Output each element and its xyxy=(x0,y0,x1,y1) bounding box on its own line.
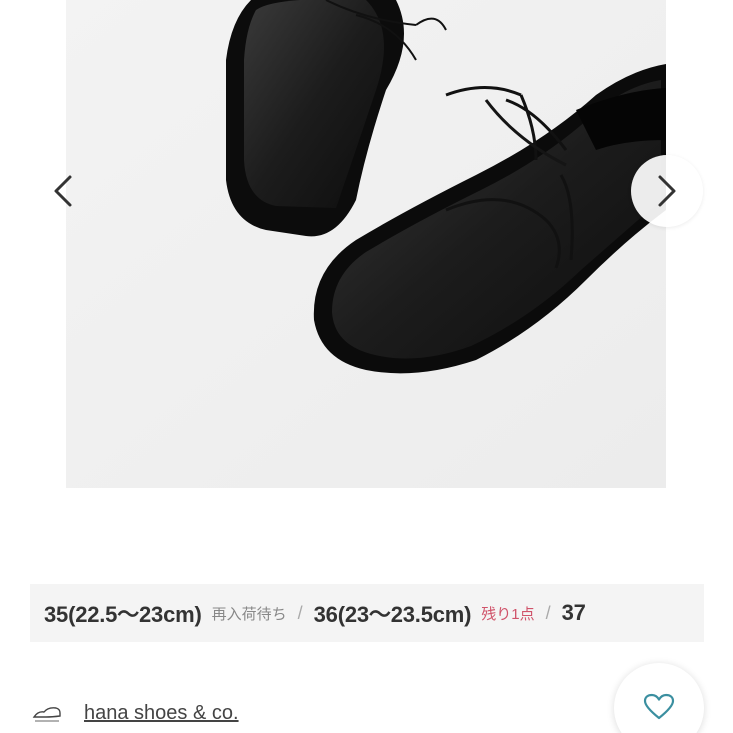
size-label: 36(23〜23.5cm) xyxy=(313,602,472,627)
chevron-right-icon xyxy=(658,175,676,207)
size-label: 35(22.5〜23cm) xyxy=(44,602,202,627)
brand-name-link[interactable]: hana shoes & co. xyxy=(84,702,239,725)
shoe-photo xyxy=(66,0,666,488)
favorite-button[interactable] xyxy=(614,663,704,733)
brand-link-row: hana shoes & co. xyxy=(32,702,239,725)
shoe-logo-icon xyxy=(32,706,61,721)
size-option-36[interactable]: 36(23〜23.5cm) 残り1点 xyxy=(314,597,535,629)
heart-icon xyxy=(643,693,675,720)
product-page: 35(22.5〜23cm) 再入荷待ち / 36(23〜23.5cm) 残り1点… xyxy=(0,0,733,733)
size-selector[interactable]: 35(22.5〜23cm) 再入荷待ち / 36(23〜23.5cm) 残り1点… xyxy=(30,584,704,642)
size-separator: / xyxy=(545,602,551,623)
size-status: 再入荷待ち xyxy=(211,605,287,623)
next-image-button[interactable] xyxy=(631,155,703,227)
chevron-left-icon xyxy=(54,175,72,207)
size-status: 残り1点 xyxy=(481,605,535,623)
product-image[interactable] xyxy=(66,0,666,488)
size-option-37[interactable]: 37 xyxy=(562,600,586,626)
size-list: 35(22.5〜23cm) 再入荷待ち / 36(23〜23.5cm) 残り1点… xyxy=(30,597,586,629)
size-separator: / xyxy=(297,602,303,623)
size-label: 37 xyxy=(561,600,586,625)
size-option-35[interactable]: 35(22.5〜23cm) 再入荷待ち xyxy=(44,597,287,629)
prev-image-button[interactable] xyxy=(27,155,99,227)
